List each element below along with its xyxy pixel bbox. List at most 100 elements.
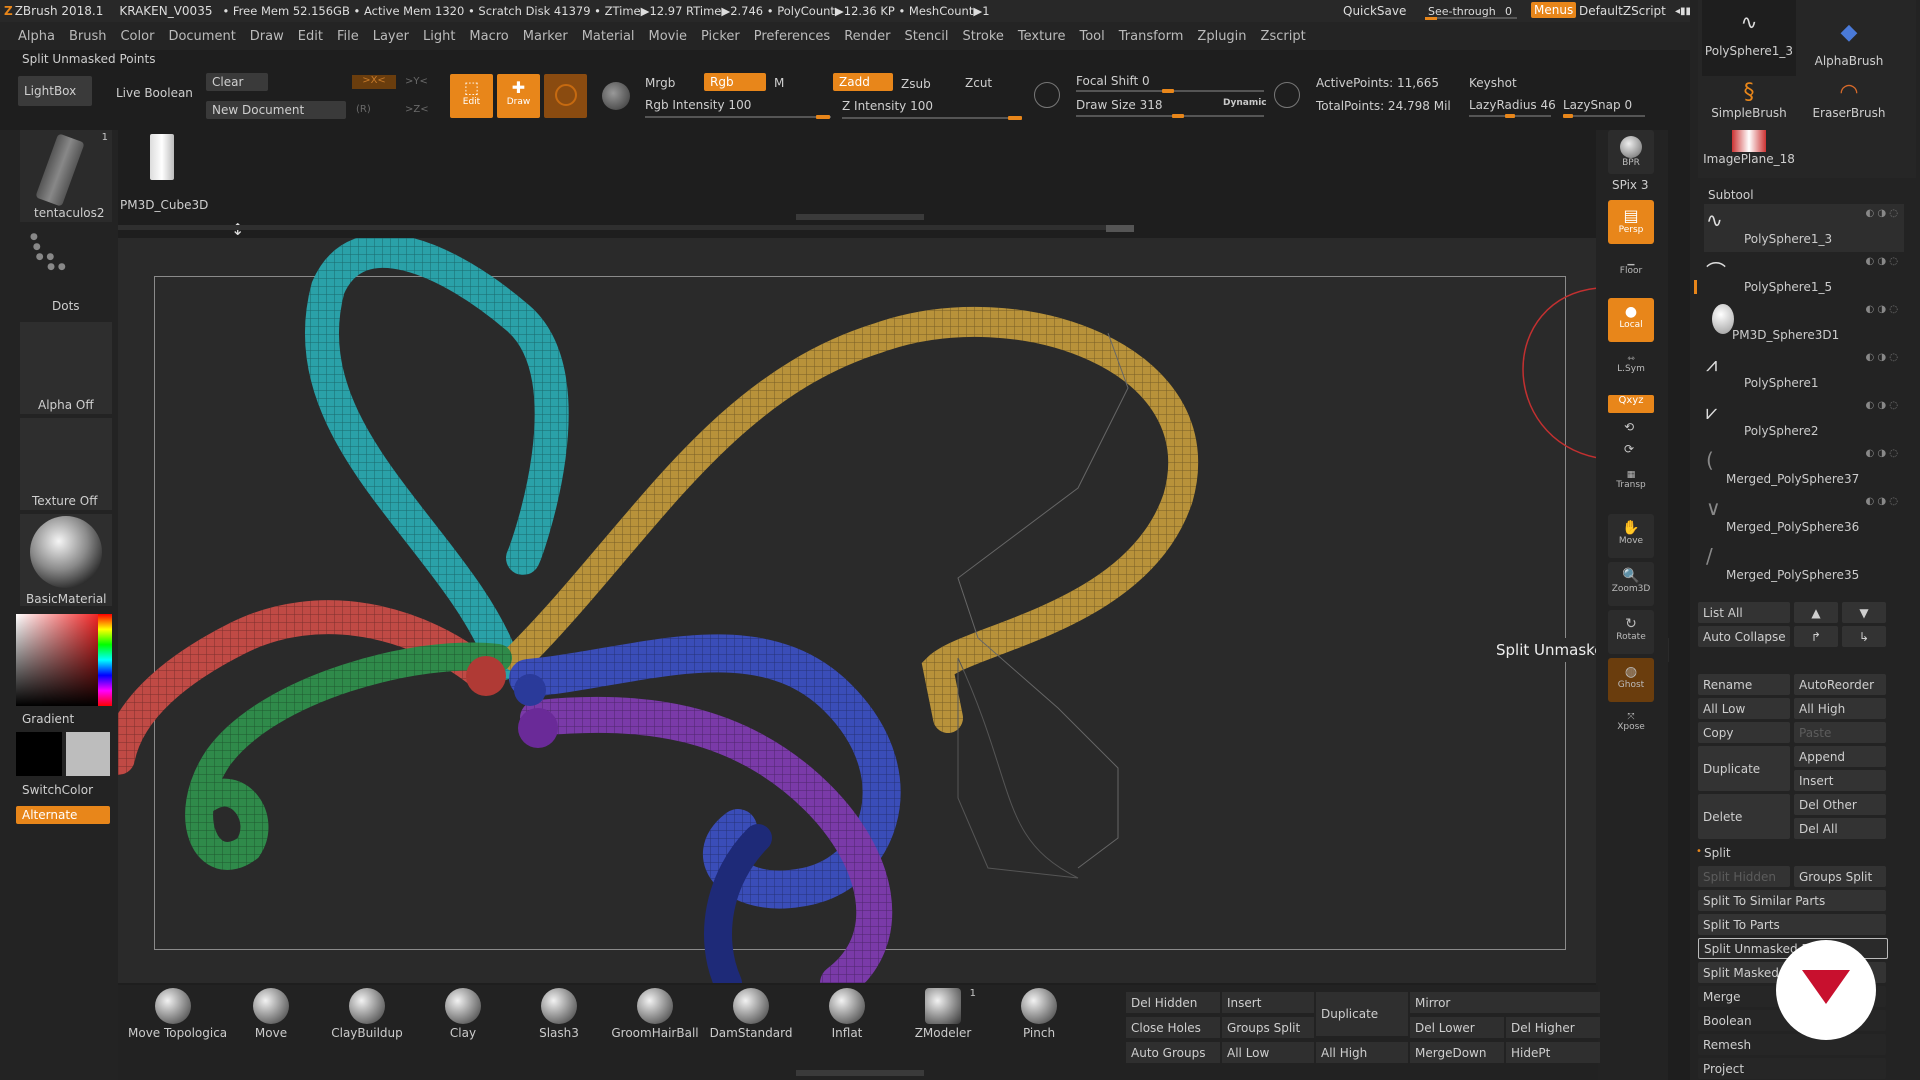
brush-clay[interactable]: Clay [418, 988, 508, 1048]
collapse-top-icon[interactable] [796, 214, 924, 220]
subtool-item[interactable]: ( Merged_PolySphere37 ◐ ◑ ◌ [1704, 444, 1904, 492]
del-hidden-button[interactable]: Del Hidden [1126, 992, 1220, 1013]
subtool-visibility-icon[interactable]: ◐ ◑ ◌ [1865, 304, 1898, 315]
menu-tool[interactable]: Tool [1079, 29, 1104, 44]
menu-macro[interactable]: Macro [469, 29, 508, 44]
subtool-visibility-icon[interactable]: ◐ ◑ ◌ [1865, 352, 1898, 363]
menu-file[interactable]: File [337, 29, 359, 44]
subtool-item[interactable]: ∨ Merged_PolySphere36 ◐ ◑ ◌ [1704, 492, 1904, 540]
list-all-button[interactable]: List All [1698, 602, 1790, 623]
tentacle-hub-blue[interactable] [514, 674, 546, 706]
menu-zplugin[interactable]: Zplugin [1197, 29, 1246, 44]
split-to-similar-parts-button[interactable]: Split To Similar Parts [1698, 890, 1886, 911]
project-button[interactable]: Project [1698, 1058, 1886, 1079]
groups-split-bottom-button[interactable]: Groups Split [1222, 1017, 1314, 1038]
local-button[interactable]: ● Local [1608, 298, 1654, 342]
tentacle-hub-purple[interactable] [518, 708, 558, 748]
persp-button[interactable]: ▤ Persp [1608, 200, 1654, 244]
brush-imageplane[interactable]: ImagePlane_18 [1702, 130, 1796, 176]
new-document-button[interactable]: New Document [206, 101, 346, 119]
rgb-intensity-knob[interactable] [816, 115, 830, 119]
menu-preferences[interactable]: Preferences [754, 29, 830, 44]
mirror-button[interactable]: Mirror [1410, 992, 1600, 1013]
subtool-item[interactable]: ⌒ PolySphere1_5 ◐ ◑ ◌ [1704, 252, 1904, 300]
brush-inflat[interactable]: Inflat [802, 988, 892, 1048]
menu-draw[interactable]: Draw [250, 29, 284, 44]
subtool-visibility-icon[interactable]: ◐ ◑ ◌ [1865, 208, 1898, 219]
subtool-item[interactable]: ∿ PolySphere1_3 ◐ ◑ ◌ [1704, 204, 1904, 252]
menu-render[interactable]: Render [844, 29, 890, 44]
menu-material[interactable]: Material [582, 29, 635, 44]
lazy-snap-slider[interactable]: LazySnap 0 [1563, 98, 1632, 112]
brush-polysphere1-3[interactable]: ∿ PolySphere1_3 [1702, 0, 1796, 76]
z-intensity-slider[interactable]: Z Intensity 100 [842, 99, 933, 113]
keyshot-button[interactable]: Keyshot [1469, 76, 1517, 90]
z-intensity-knob[interactable] [1008, 116, 1022, 120]
brush-groomhairball[interactable]: GroomHairBall [610, 988, 700, 1048]
alternate-button[interactable]: Alternate [16, 806, 110, 824]
duplicate-bottom-button[interactable]: Duplicate [1316, 992, 1408, 1036]
subtool-visibility-icon[interactable]: ◐ ◑ ◌ [1865, 256, 1898, 267]
mrgb-button[interactable]: Mrgb [645, 76, 675, 90]
tentacle-hub-red[interactable] [466, 656, 506, 696]
dynamic-toggle[interactable]: Dynamic [1223, 98, 1267, 108]
all-high-bottom-button[interactable]: All High [1316, 1042, 1408, 1063]
cube-tool-thumbnail[interactable] [150, 134, 174, 180]
auto-collapse-button[interactable]: Auto Collapse [1698, 626, 1790, 647]
rename-button[interactable]: Rename [1698, 674, 1790, 695]
menu-movie[interactable]: Movie [649, 29, 687, 44]
arrow-down-right-icon[interactable]: ↳ [1842, 626, 1886, 647]
bpr-button[interactable]: BPR [1608, 130, 1654, 174]
menu-transform[interactable]: Transform [1119, 29, 1184, 44]
del-other-button[interactable]: Del Other [1794, 794, 1886, 815]
duplicate-button[interactable]: Duplicate [1698, 746, 1790, 791]
menu-color[interactable]: Color [120, 29, 154, 44]
timeline-handle[interactable] [1106, 225, 1134, 232]
menu-alpha[interactable]: Alpha [18, 29, 55, 44]
transp-button[interactable]: ▦ Transp [1608, 464, 1654, 508]
all-low-button[interactable]: All Low [1698, 698, 1790, 719]
brush-zmodeler[interactable]: ZModeler 1 [898, 988, 988, 1048]
del-lower-button[interactable]: Del Lower [1410, 1017, 1504, 1038]
insert-mesh-button[interactable]: Insert [1222, 992, 1314, 1013]
subtool-item[interactable]: / Merged_PolySphere35 [1704, 540, 1904, 588]
gradient-label[interactable]: Gradient [22, 712, 74, 726]
subtool-title[interactable]: Subtool [1708, 188, 1754, 202]
lazy-snap-track[interactable] [1563, 115, 1645, 117]
secondary-color-swatch[interactable] [66, 732, 110, 776]
subtool-visibility-icon[interactable]: ◐ ◑ ◌ [1865, 496, 1898, 507]
brush-simplebrush[interactable]: § SimpleBrush [1702, 80, 1796, 126]
rotate-y-icon[interactable]: ⟲ [1624, 420, 1634, 434]
tentacle-navy[interactable] [704, 824, 772, 983]
zadd-button[interactable]: Zadd [833, 73, 893, 91]
dynamic-draw-icon[interactable] [1274, 82, 1300, 108]
brush-claybuildup[interactable]: ClayBuildup [322, 988, 412, 1048]
subtool-visibility-icon[interactable]: ◐ ◑ ◌ [1865, 448, 1898, 459]
see-through-label[interactable]: See-through [1428, 5, 1496, 18]
floor-button[interactable]: ▁ Floor [1608, 248, 1654, 292]
subtool-item[interactable]: ⩘ PolySphere1 ◐ ◑ ◌ [1704, 348, 1904, 396]
menu-marker[interactable]: Marker [523, 29, 568, 44]
brush-pinch[interactable]: Pinch [994, 988, 1084, 1048]
menu-stroke[interactable]: Stroke [962, 29, 1003, 44]
copy-button[interactable]: Copy [1698, 722, 1790, 743]
all-high-button[interactable]: All High [1794, 698, 1886, 719]
menus-toggle[interactable]: Menus [1531, 2, 1577, 18]
quicksave-button[interactable]: QuickSave [1343, 4, 1406, 18]
hidept-button[interactable]: HidePt [1506, 1042, 1600, 1063]
remesh-button[interactable]: Remesh [1698, 1034, 1886, 1055]
hue-strip[interactable] [98, 614, 112, 706]
all-low-bottom-button[interactable]: All Low [1222, 1042, 1314, 1063]
split-section-title[interactable]: Split [1704, 846, 1731, 860]
brush-move[interactable]: Move [226, 988, 316, 1048]
move-mode-button[interactable] [544, 74, 587, 118]
canvas-viewport[interactable] [118, 238, 1598, 983]
menu-stencil[interactable]: Stencil [904, 29, 948, 44]
layout-icon[interactable]: ◂▮▮ [1675, 6, 1691, 17]
arrow-right-icon[interactable]: ↱ [1794, 626, 1838, 647]
menu-zscript[interactable]: Zscript [1261, 29, 1306, 44]
subtool-visibility-icon[interactable]: ◐ ◑ ◌ [1865, 400, 1898, 411]
default-zscript-button[interactable]: DefaultZScript [1579, 4, 1666, 18]
xyz-button[interactable]: Qxyz [1608, 395, 1654, 413]
menu-layer[interactable]: Layer [373, 29, 409, 44]
